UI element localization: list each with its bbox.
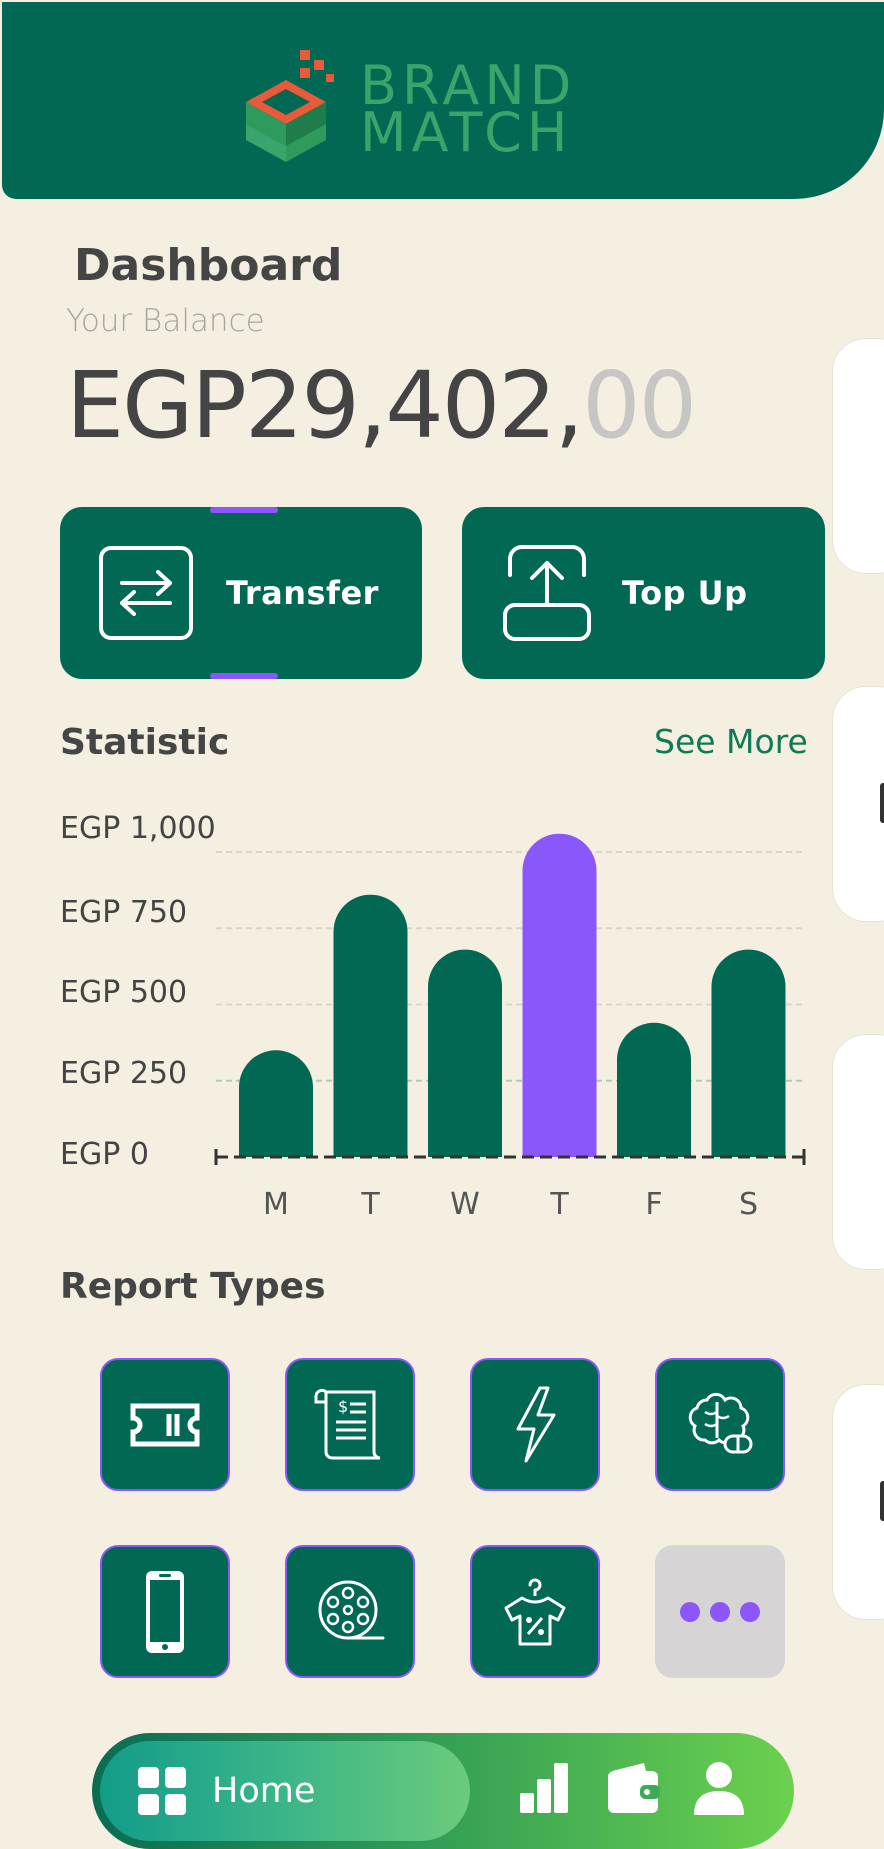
receipt-icon: $ [314,1388,381,1459]
nav-home[interactable]: Home [100,1741,470,1841]
chart-x-tick-label: W [450,1187,480,1222]
chart-x-tick-label: T [360,1187,380,1222]
app-header: BRAND MATCH [2,2,884,199]
report-type-receipt[interactable]: $ [285,1358,415,1491]
chart-y-tick-label: EGP 0 [60,1137,149,1172]
side-card[interactable] [832,338,884,574]
chart-y-tick-label: EGP 500 [60,975,187,1010]
side-card-mark [880,1481,884,1521]
brand-line-2: MATCH [360,101,573,164]
brand-logo: BRAND MATCH [242,50,642,170]
report-type-ticket[interactable] [100,1358,230,1491]
balance-main: EGP29,402, [66,352,584,459]
report-type-electricity[interactable] [470,1358,600,1491]
chart-x-tick-label: M [263,1187,289,1222]
transfer-icon [99,546,193,640]
chart-bar[interactable] [428,949,502,1157]
statistic-chart: EGP 0 EGP 250 EGP 500 EGP 750 EGP 1,000 M T W T F… [60,811,806,1222]
chart-y-tick-label: EGP 1,000 [60,811,216,846]
balance-amount: EGP29,402,00 [66,352,697,459]
chart-bar[interactable] [333,894,408,1157]
more-icon [680,1601,760,1622]
balance-decimals: 00 [582,352,697,459]
accent-notch-bottom [210,673,278,679]
stats-icon[interactable] [518,1761,570,1815]
statistic-title: Statistic [60,722,230,763]
report-type-more[interactable] [655,1545,785,1678]
transfer-label: Transfer [226,574,379,612]
brand-logo-mark-icon [246,50,334,162]
brain-icon [688,1392,753,1453]
accent-notch-top [210,507,278,513]
chart-bar[interactable] [617,1022,691,1157]
profile-icon[interactable] [692,1761,746,1817]
report-types-title: Report Types [60,1266,326,1307]
chart-x-tick-label: S [739,1187,758,1222]
chart-x-tick-label: F [645,1187,662,1222]
transfer-button[interactable]: Transfer [60,507,422,679]
report-type-clothing[interactable] [470,1545,600,1678]
report-type-movies[interactable] [285,1545,415,1678]
chart-bar[interactable] [522,833,597,1157]
wallet-icon[interactable] [606,1761,660,1815]
report-type-brain[interactable] [655,1358,785,1491]
chart-bar[interactable] [711,949,786,1157]
brand-name: BRAND MATCH [360,59,576,164]
chart-y-tick-label: EGP 250 [60,1056,187,1091]
chart-x-tick-label: T [549,1187,569,1222]
mobile-phone-icon [146,1570,184,1653]
see-more-link[interactable]: See More [654,722,808,761]
side-card[interactable] [832,1384,884,1620]
report-type-mobile[interactable] [100,1545,230,1678]
svg-text:$: $ [338,1397,348,1416]
page-title: Dashboard [74,240,343,291]
chart-y-tick-label: EGP 750 [60,895,187,930]
top-up-label: Top Up [622,574,748,612]
upload-icon [503,545,591,641]
film-reel-icon [318,1580,385,1639]
ticket-icon [130,1403,200,1446]
clothing-sale-icon [504,1578,566,1645]
chart-bar[interactable] [239,1050,313,1157]
nav-home-label: Home [212,1771,316,1811]
lightning-icon [516,1386,556,1462]
top-up-button[interactable]: Top Up [462,507,825,679]
bottom-nav: Home [92,1733,794,1849]
home-icon [138,1767,186,1815]
balance-label: Your Balance [66,303,265,339]
